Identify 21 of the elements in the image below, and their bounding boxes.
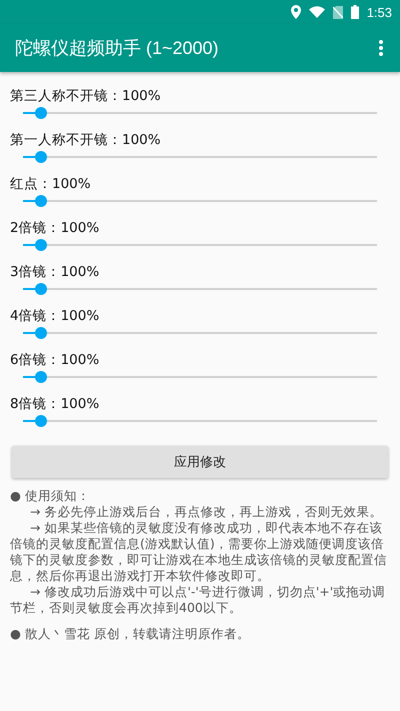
note-paragraph: → 修改成功后游戏中可以点'-'号进行微调，切勿点'+'或拖动调节栏，否则灵敏度会再次掉到400以下。 [10, 584, 386, 616]
slider-label: 4倍镜：100% [10, 307, 100, 326]
wifi-icon [308, 6, 325, 18]
app-title: 陀螺仪超频助手 (1~2000) [15, 37, 219, 60]
slider-label: 3倍镜：100% [10, 263, 100, 282]
slider-label: 2倍镜：100% [10, 219, 100, 238]
no-sim-icon [332, 6, 343, 18]
location-icon [290, 5, 301, 19]
notes-heading: ● 使用须知： [10, 488, 91, 504]
slider-label: 红点：100% [10, 175, 92, 194]
apply-button[interactable]: 应用修改 [12, 446, 388, 478]
slider-label: 8倍镜：100% [10, 395, 100, 414]
note-paragraph: → 如果某些倍镜的灵敏度没有修改成功，即代表本地不存在该倍镜的灵敏度配置信息(游戏默认值)，需要你上游戏随便调度该倍镜下的灵敏度参数，即可让游戏在本地生成该倍镜的灵敏度配置信息，然后你再退出游戏打开本软件修改即可。 [10, 520, 388, 584]
slider-label: 6倍镜：100% [10, 351, 100, 370]
note-paragraph: → 务必先停止游戏后台，再点修改，再上游戏，否则无效果。 [29, 504, 384, 520]
author-note: ● 散人丶雪花 原创，转载请注明原作者。 [10, 626, 251, 642]
slider-label: 第三人称不开镜：100% [10, 87, 162, 106]
more-menu-icon[interactable] [379, 40, 383, 56]
battery-icon [350, 5, 359, 19]
status-time: 1:53 [366, 4, 392, 20]
slider-label: 第一人称不开镜：100% [10, 131, 162, 150]
